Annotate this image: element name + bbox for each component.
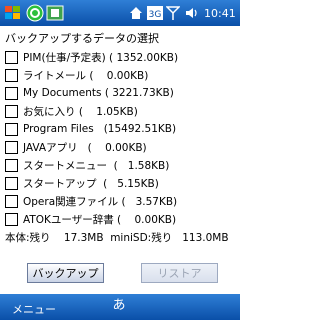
backup-item-label: PIM(仕事/予定表) ( 1352.00KB) (23, 51, 179, 64)
backup-item-label: My Documents ( 3221.73KB) (23, 87, 174, 99)
backup-item-label: スタートアップ ( 5.15KB) (23, 177, 159, 190)
backup-item-row[interactable]: スタートアップ ( 5.15KB) (5, 175, 159, 191)
status-bar: 3G 10:41 (0, 0, 240, 26)
backup-item-row[interactable]: My Documents ( 3221.73KB) (5, 85, 174, 101)
remaining-storage-text: 本体:残り 17.3MB miniSD:残り 113.0MB (5, 232, 229, 244)
backup-item-label: Opera関連ファイル ( 3.57KB) (23, 195, 178, 208)
backup-item-checkbox[interactable] (5, 140, 18, 154)
backup-item-label: ライトメール ( 0.00KB) (23, 69, 149, 82)
restore-button[interactable]: リストア (141, 263, 218, 283)
backup-item-label: ATOKユーザー辞書 ( 0.00KB) (23, 213, 177, 226)
backup-item-row[interactable]: ATOKユーザー辞書 ( 0.00KB) (5, 211, 176, 227)
backup-item-checkbox[interactable] (5, 104, 18, 118)
backup-item-row[interactable]: JAVAアプリ ( 0.00KB) (5, 139, 147, 155)
backup-item-checkbox[interactable] (5, 68, 18, 82)
clock[interactable]: 10:41 (204, 7, 236, 20)
backup-item-label: Program Files (15492.51KB) (23, 123, 177, 135)
backup-item-row[interactable]: お気に入り ( 1.05KB) (5, 103, 138, 119)
backup-item-checkbox[interactable] (5, 122, 18, 136)
menu-softkey[interactable]: メニュー (12, 301, 56, 317)
backup-item-checkbox[interactable] (5, 212, 18, 226)
backup-item-checkbox[interactable] (5, 194, 18, 208)
volume-icon[interactable] (184, 5, 198, 21)
network-3g-icon[interactable]: 3G (147, 5, 163, 21)
backup-item-row[interactable]: Program Files (15492.51KB) (5, 121, 176, 137)
page-title: バックアップするデータの選択 (5, 32, 159, 45)
backup-item-row[interactable]: PIM(仕事/予定表) ( 1352.00KB) (5, 49, 178, 65)
backup-button[interactable]: バックアップ (27, 263, 104, 283)
app-shortcut-icon-2[interactable] (46, 4, 64, 22)
backup-item-row[interactable]: Opera関連ファイル ( 3.57KB) (5, 193, 177, 209)
backup-item-checkbox[interactable] (5, 158, 18, 172)
backup-item-checkbox[interactable] (5, 86, 18, 100)
backup-item-row[interactable]: スタートメニュー ( 1.58KB) (5, 157, 169, 173)
network-label: 3G (149, 10, 162, 20)
backup-item-label: JAVAアプリ ( 0.00KB) (23, 141, 147, 154)
home-icon[interactable] (129, 5, 143, 21)
backup-item-checkbox[interactable] (5, 176, 18, 190)
backup-item-row[interactable]: ライトメール ( 0.00KB) (5, 67, 148, 83)
backup-item-label: お気に入り ( 1.05KB) (23, 105, 138, 118)
backup-item-checkbox[interactable] (5, 50, 18, 64)
input-method-icon[interactable]: あ (110, 298, 128, 316)
signal-strength-icon[interactable] (166, 5, 180, 21)
windows-start-icon[interactable] (3, 4, 23, 22)
backup-item-label: スタートメニュー ( 1.58KB) (23, 159, 170, 172)
app-shortcut-icon[interactable] (26, 4, 44, 22)
menu-bar: メニュー あ (0, 294, 240, 320)
